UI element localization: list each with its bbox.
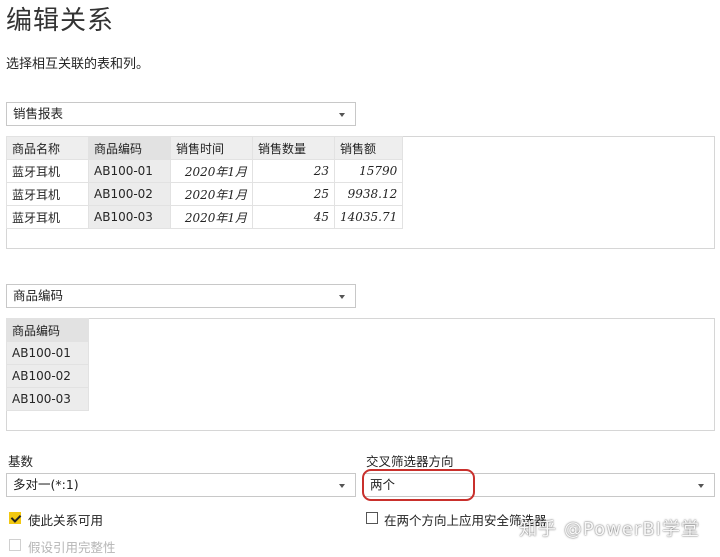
chevron-down-icon xyxy=(694,474,708,496)
table-header-row: 商品编码 xyxy=(6,318,89,342)
cell: AB100-01 xyxy=(88,159,171,183)
table1-select-value: 销售报表 xyxy=(13,106,64,121)
table-row: 蓝牙耳机 AB100-02 2020年1月 25 9938.12 xyxy=(6,182,404,206)
column-header-sale-time[interactable]: 销售时间 xyxy=(170,136,253,160)
cell: AB100-02 xyxy=(6,364,89,388)
table-row: AB100-02 xyxy=(6,364,89,388)
assume-integrity-checkbox xyxy=(9,539,21,551)
cell: 蓝牙耳机 xyxy=(6,159,89,183)
cell: 25 xyxy=(252,182,335,206)
column-header-product-code[interactable]: 商品编码 xyxy=(6,318,89,342)
cell: AB100-03 xyxy=(6,387,89,411)
column-header-quantity[interactable]: 销售数量 xyxy=(252,136,335,160)
chevron-down-icon xyxy=(335,474,349,496)
cell: 2020年1月 xyxy=(170,159,253,183)
table-header-row: 商品名称 商品编码 销售时间 销售数量 销售额 xyxy=(6,136,404,160)
table2-select[interactable]: 商品编码 xyxy=(6,284,356,308)
cell: AB100-02 xyxy=(88,182,171,206)
cardinality-select-value: 多对一(*:1) xyxy=(13,477,79,492)
cell: 2020年1月 xyxy=(170,182,253,206)
security-filter-checkbox[interactable] xyxy=(366,512,378,524)
dialog-title: 编辑关系 xyxy=(6,6,115,36)
table-row: AB100-03 xyxy=(6,387,89,411)
cell: AB100-01 xyxy=(6,341,89,365)
table1-select[interactable]: 销售报表 xyxy=(6,102,356,126)
cell: 2020年1月 xyxy=(170,205,253,229)
table-row: 蓝牙耳机 AB100-03 2020年1月 45 14035.71 xyxy=(6,205,404,229)
column-header-product-name[interactable]: 商品名称 xyxy=(6,136,89,160)
table-row: AB100-01 xyxy=(6,341,89,365)
dialog-subtitle: 选择相互关联的表和列。 xyxy=(6,57,150,72)
column-header-amount[interactable]: 销售额 xyxy=(333,136,404,160)
cardinality-select[interactable]: 多对一(*:1) xyxy=(6,473,356,497)
chevron-down-icon xyxy=(335,285,349,307)
cell: 45 xyxy=(252,205,335,229)
cross-filter-label: 交叉筛选器方向 xyxy=(366,454,454,469)
table-row: 蓝牙耳机 AB100-01 2020年1月 23 15790 xyxy=(6,159,404,183)
watermark: 知乎 @PowerBI学堂 xyxy=(519,519,700,540)
table2-select-value: 商品编码 xyxy=(13,288,64,303)
activate-relationship-checkbox[interactable] xyxy=(9,512,21,524)
table2-grid: 商品编码 AB100-01 AB100-02 AB100-03 xyxy=(6,318,89,411)
cell: 蓝牙耳机 xyxy=(6,182,89,206)
activate-relationship-label[interactable]: 使此关系可用 xyxy=(28,510,103,529)
table1-grid: 商品名称 商品编码 销售时间 销售数量 销售额 蓝牙耳机 AB100-01 20… xyxy=(6,136,404,229)
chevron-down-icon xyxy=(335,103,349,125)
cell: 23 xyxy=(252,159,335,183)
column-header-product-code[interactable]: 商品编码 xyxy=(88,136,171,160)
highlight-annotation xyxy=(362,469,475,501)
cell: 14035.71 xyxy=(333,205,404,229)
cell: 蓝牙耳机 xyxy=(6,205,89,229)
cell: 15790 xyxy=(333,159,404,183)
cell: 9938.12 xyxy=(333,182,404,206)
table2-preview xyxy=(6,318,715,431)
assume-integrity-label: 假设引用完整性 xyxy=(28,540,116,555)
cell: AB100-03 xyxy=(88,205,171,229)
cardinality-label: 基数 xyxy=(8,454,34,469)
